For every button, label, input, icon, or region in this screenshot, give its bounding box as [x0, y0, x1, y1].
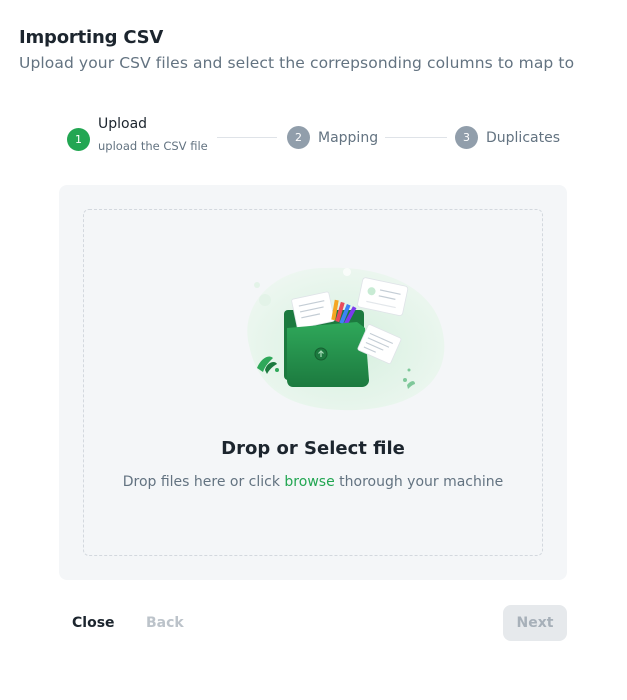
dialog-subtitle: Upload your CSV files and select the cor…	[19, 54, 575, 72]
step-caption: upload the CSV file	[98, 139, 208, 153]
drop-zone-description: Drop files here or click browse thorough…	[84, 474, 542, 490]
step-number-badge: 2	[287, 126, 310, 149]
browse-link[interactable]: browse	[284, 474, 334, 490]
back-button[interactable]: Back	[146, 615, 184, 631]
step-connector	[385, 137, 447, 138]
step-upload: 1 Upload upload the CSV file	[67, 116, 208, 153]
drop-zone-description-end: thorough your machine	[334, 474, 504, 490]
step-number-badge: 1	[67, 128, 90, 151]
import-csv-dialog: Importing CSV Upload your CSV files and …	[0, 0, 627, 700]
stepper: 1 Upload upload the CSV file 2 Mapping 3…	[67, 116, 567, 164]
step-label: Duplicates	[486, 129, 560, 146]
next-button[interactable]: Next	[503, 605, 567, 641]
step-connector	[217, 137, 277, 138]
drop-zone-title: Drop or Select file	[221, 438, 405, 459]
dialog-title: Importing CSV	[19, 27, 164, 48]
step-label: Upload	[98, 116, 148, 132]
step-label: Mapping	[318, 129, 379, 146]
folder-upload-illustration-icon	[247, 267, 445, 411]
file-drop-zone[interactable]: Drop or Select file Drop files here or c…	[83, 209, 543, 556]
step-number-badge: 3	[455, 126, 478, 149]
drop-zone-description-start: Drop files here or click	[122, 474, 285, 490]
step-mapping: 2 Mapping	[287, 126, 378, 149]
step-duplicates: 3 Duplicates	[455, 126, 560, 149]
upload-panel: Drop or Select file Drop files here or c…	[59, 185, 567, 580]
close-button[interactable]: Close	[72, 615, 115, 631]
